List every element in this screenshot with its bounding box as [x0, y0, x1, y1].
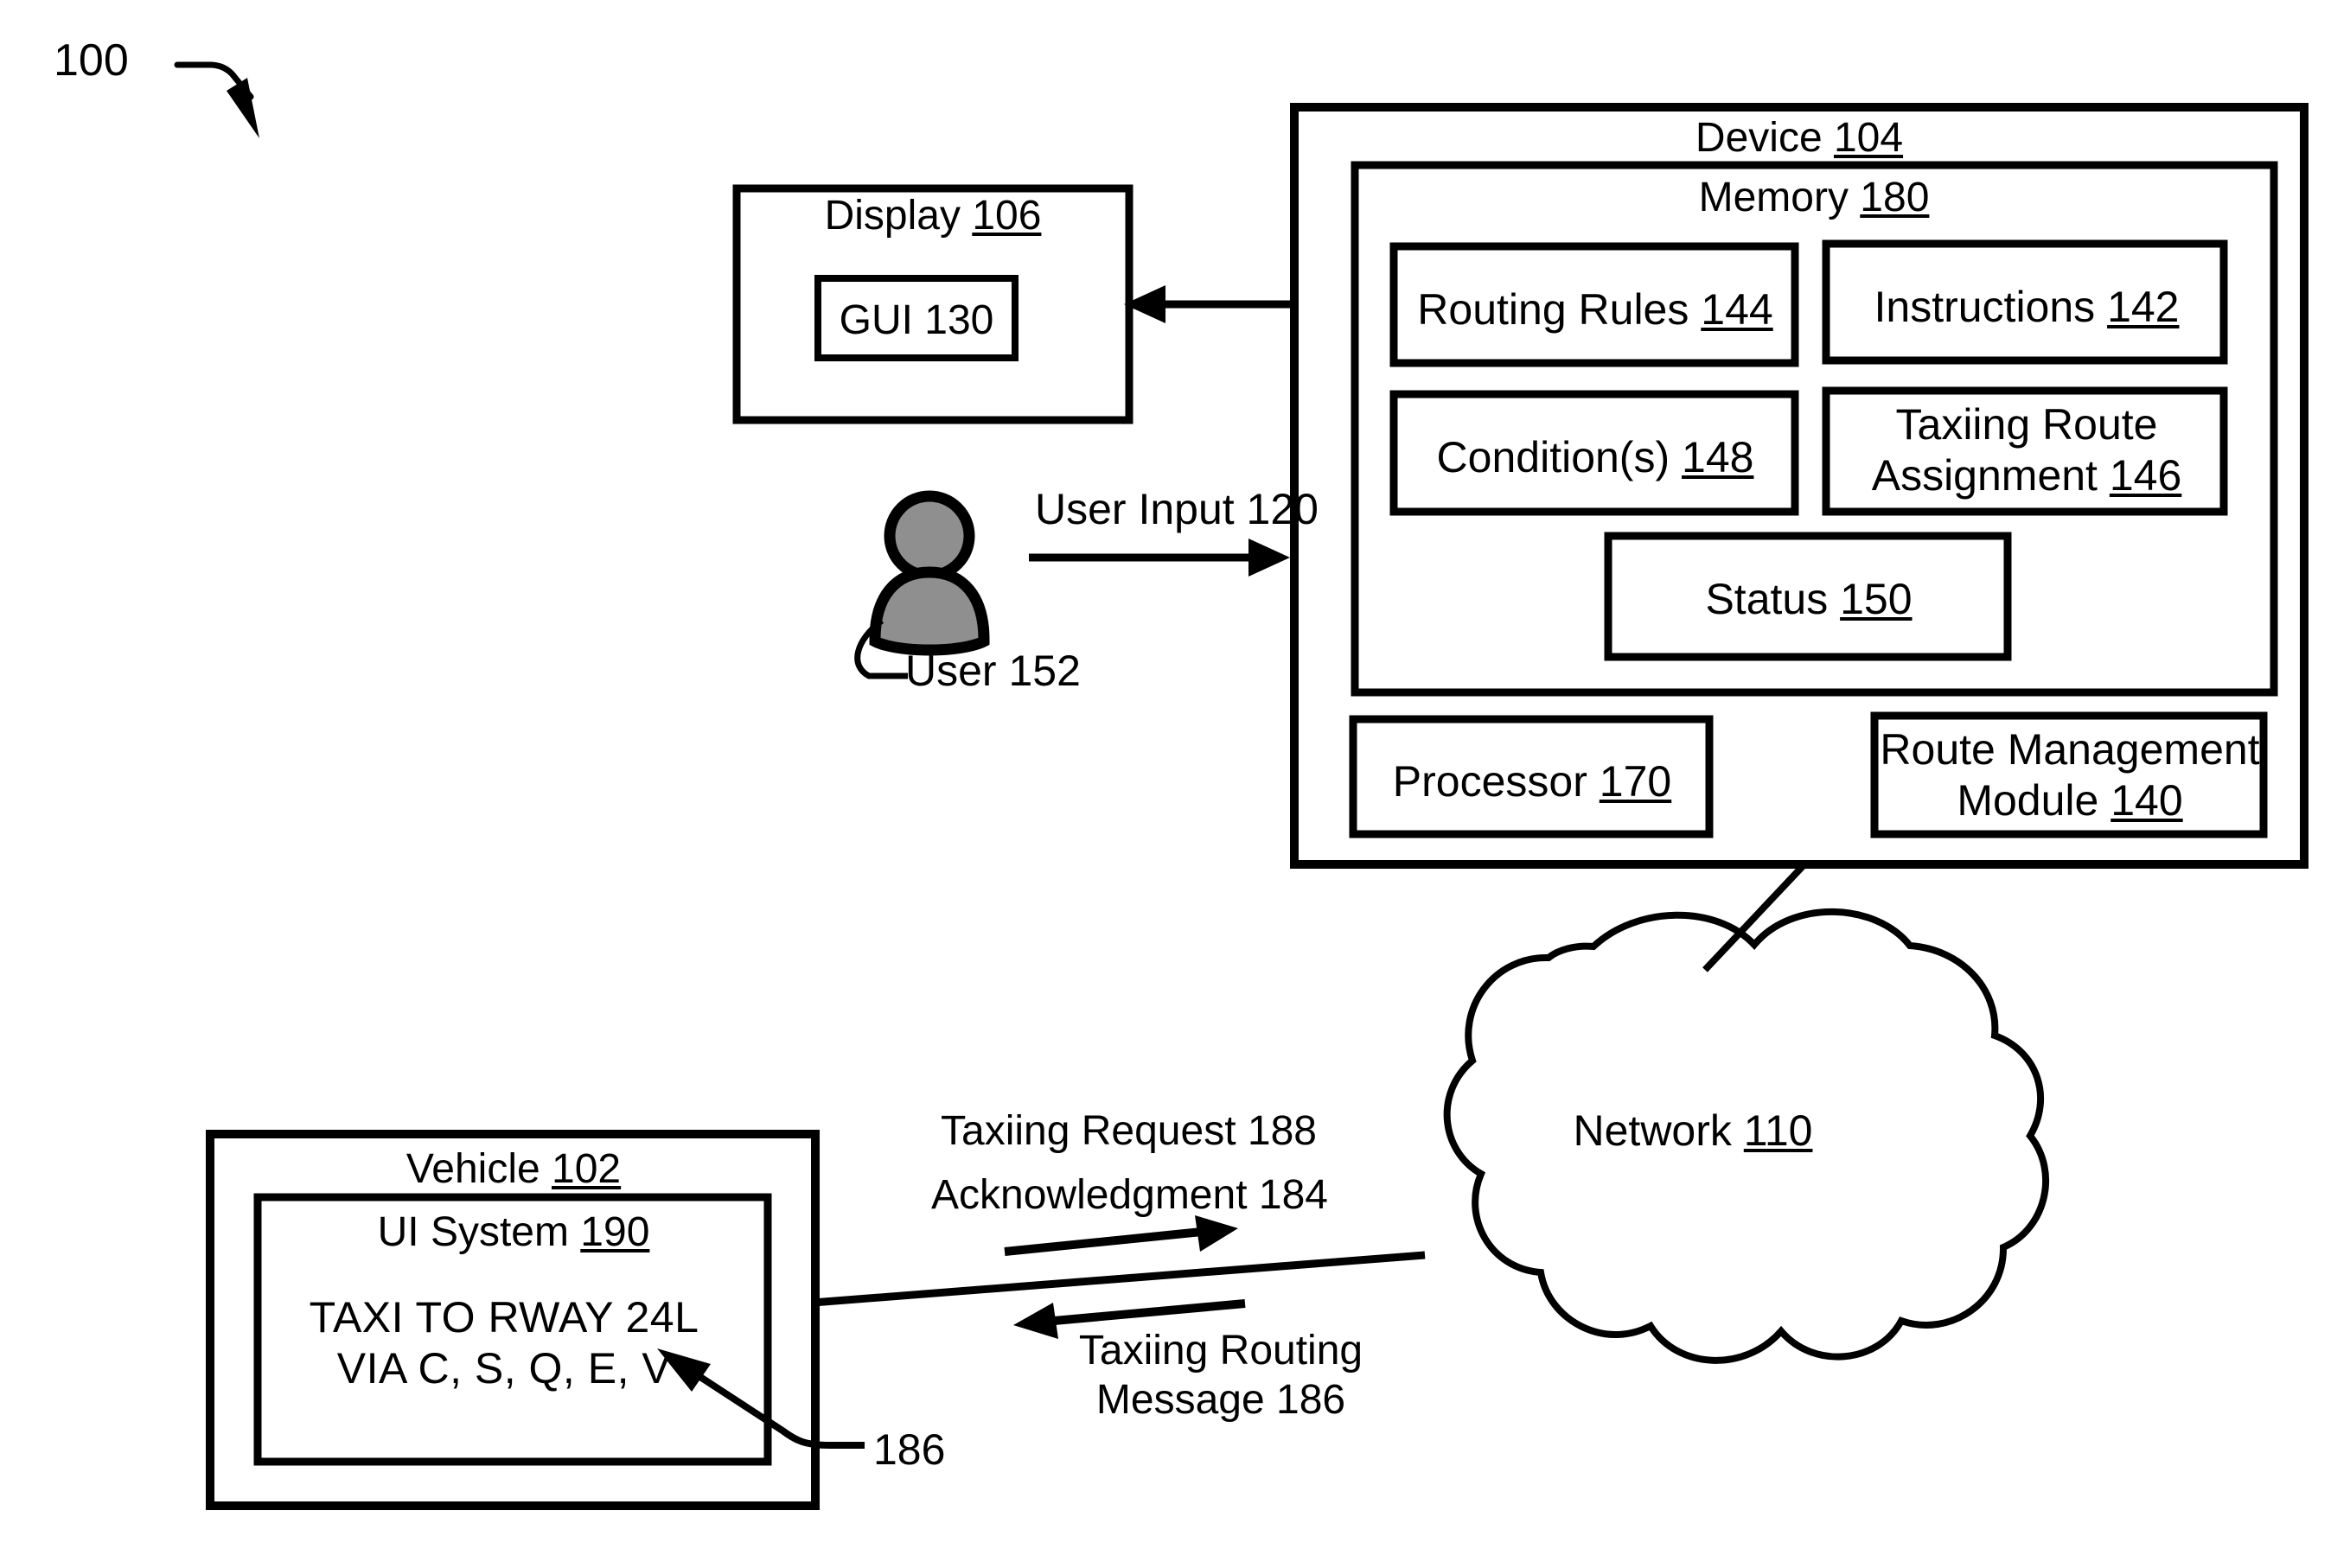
memory-title-label: Memory [1698, 175, 1861, 220]
vehicle-title: Vehicle 102 [406, 1145, 621, 1195]
routing-rules-text: Routing Rules [1417, 285, 1702, 334]
vehicle-to-network-line [812, 1251, 1426, 1307]
ui-system-message-line1: TAXI TO RWAY 24L [309, 1293, 699, 1342]
route-management-module-line2: Module [1957, 776, 2111, 825]
taxiing-request-arrow [1004, 1215, 1238, 1256]
network-ref: 110 [1743, 1106, 1813, 1155]
display-title-label: Display [824, 193, 973, 239]
processor-text: Processor [1392, 757, 1600, 806]
taxiing-route-assignment-line1: Taxiing Route [1895, 400, 2158, 449]
instructions-text: Instructions [1874, 283, 2108, 331]
vehicle-title-ref: 102 [552, 1146, 622, 1192]
user-input-arrow [1029, 539, 1290, 577]
taxiing-route-assignment-label: Taxiing Route Assignment 146 [1872, 399, 2182, 501]
taxiing-route-assignment-line2-wrap: Assignment 146 [1872, 450, 2182, 501]
taxiing-request-label: Taxiing Request 188 [941, 1108, 1317, 1154]
device-to-display-arrow [1124, 285, 1294, 323]
ui-system-title-ref: 190 [580, 1209, 650, 1255]
gui-label: GUI 130 [839, 297, 994, 343]
status-text: Status [1705, 575, 1841, 623]
ui-system-message: TAXI TO RWAY 24L VIA C, S, Q, E, V [310, 1292, 699, 1394]
figure-number-leader [174, 61, 259, 138]
display-title: Display 106 [825, 192, 1042, 241]
conditions-text: Condition(s) [1436, 433, 1683, 481]
status-label: Status 150 [1705, 574, 1912, 625]
taxiing-route-assignment-line2: Assignment [1871, 451, 2110, 500]
routing-rules-ref: 144 [1701, 285, 1773, 334]
route-management-module-line1: Route Management [1880, 725, 2260, 774]
processor-label: Processor 170 [1393, 756, 1671, 807]
taxiing-routing-message-line1: Taxiing Routing [1078, 1328, 1363, 1374]
ui-system-title-label: UI System [377, 1209, 581, 1255]
ui-system-message-line2: VIA C, S, Q, E, V [336, 1344, 672, 1393]
display-title-ref: 106 [972, 193, 1042, 239]
callout-186-label: 186 [873, 1425, 946, 1474]
device-title-ref: 104 [1833, 115, 1904, 161]
user-input-label: User Input 120 [1035, 485, 1319, 533]
status-ref: 150 [1840, 575, 1913, 623]
ui-system-title: UI System 190 [378, 1208, 650, 1258]
route-management-module-label: Route Management Module 140 [1880, 724, 2259, 826]
device-title-label: Device [1695, 115, 1834, 161]
processor-ref: 170 [1599, 757, 1672, 806]
route-management-module-line2-wrap: Module 140 [1880, 775, 2259, 826]
taxiing-routing-message-line2: Message 186 [1095, 1376, 1346, 1423]
memory-title: Memory 180 [1699, 174, 1930, 223]
instructions-ref: 142 [2107, 283, 2180, 331]
acknowledgment-label: Acknowledgment 184 [931, 1172, 1328, 1218]
network-text: Network [1573, 1106, 1744, 1155]
network-label: Network 110 [1574, 1106, 1813, 1157]
memory-title-ref: 180 [1860, 175, 1930, 220]
taxiing-route-assignment-ref: 146 [2109, 451, 2182, 500]
vehicle-title-label: Vehicle [406, 1146, 552, 1192]
conditions-label: Condition(s) 148 [1437, 432, 1754, 483]
conditions-ref: 148 [1682, 433, 1754, 481]
figure-number: 100 [54, 35, 129, 86]
taxiing-routing-message-label: Taxiing Routing Message 186 [1079, 1327, 1363, 1425]
patent-figure: 100 Display 106 GUI 130 Device 104 Memor… [0, 0, 2350, 1568]
instructions-label: Instructions 142 [1874, 282, 2180, 333]
routing-rules-label: Routing Rules 144 [1417, 284, 1772, 335]
user-label: User 152 [905, 647, 1081, 695]
route-management-module-ref: 140 [2111, 776, 2183, 825]
device-title: Device 104 [1695, 114, 1903, 163]
